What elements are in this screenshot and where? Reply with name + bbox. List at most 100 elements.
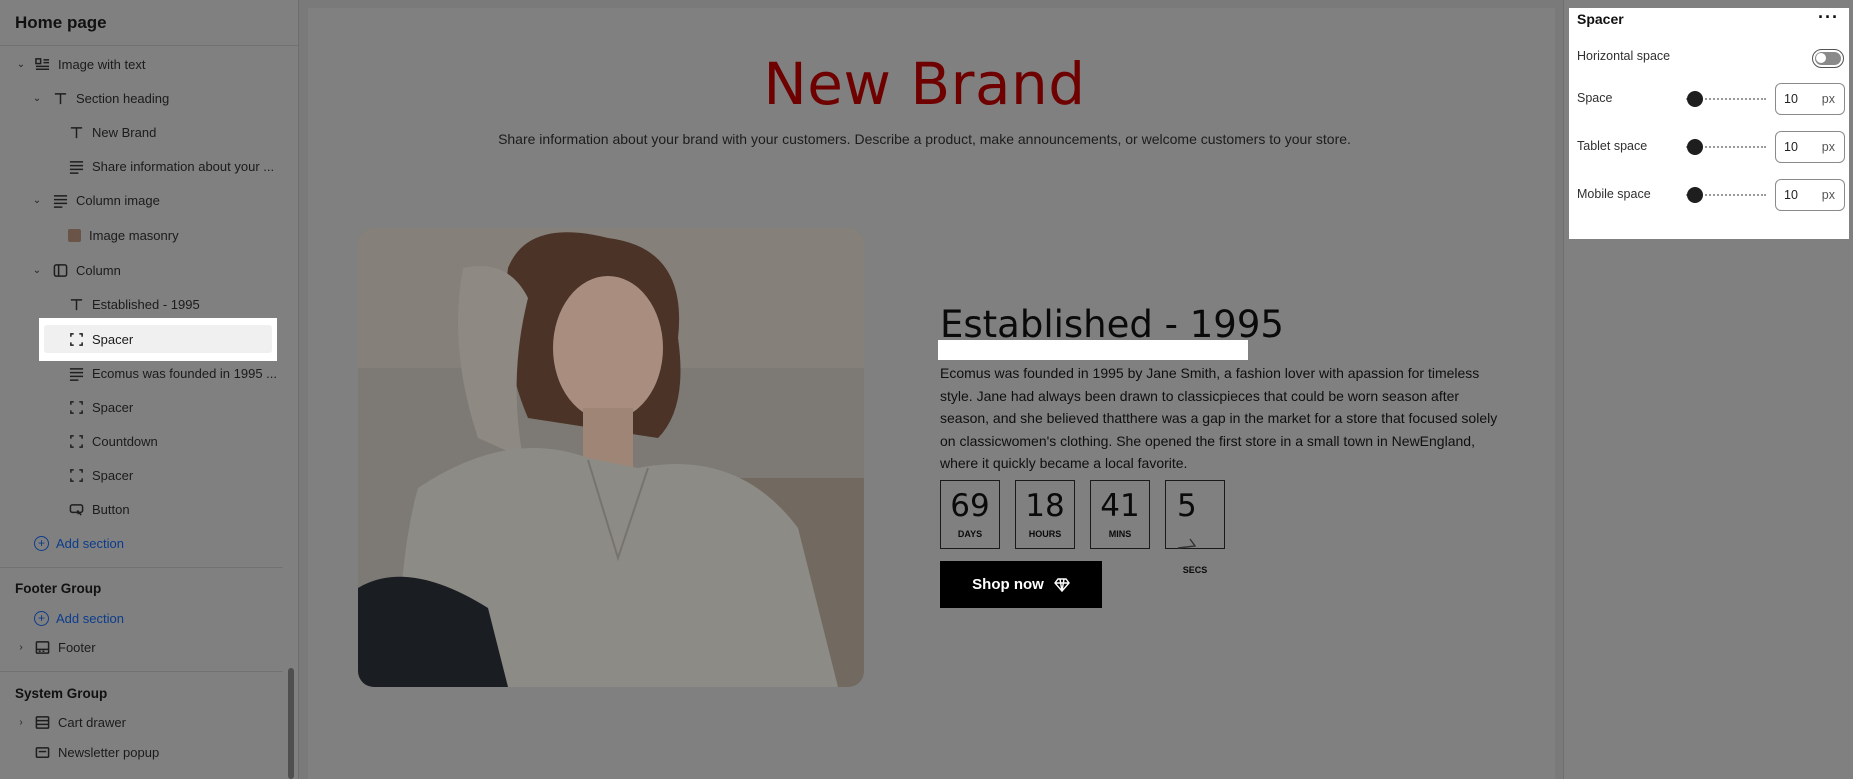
countdown-days: 69 DAYS bbox=[940, 480, 1000, 549]
divider bbox=[0, 671, 283, 672]
tree-item-label: Share information about your ... bbox=[92, 158, 275, 174]
add-section-button[interactable]: + Add section bbox=[34, 529, 124, 557]
mobile-space-label: Mobile space bbox=[1577, 187, 1651, 201]
divider bbox=[0, 567, 283, 568]
chevron-down-icon[interactable]: ⌄ bbox=[30, 265, 44, 276]
footer-group-title: Footer Group bbox=[15, 581, 102, 596]
tree-item-section-heading[interactable]: ⌄ Section heading bbox=[30, 84, 169, 112]
footer-icon bbox=[34, 639, 50, 655]
text-icon bbox=[52, 90, 68, 106]
brand-heading[interactable]: New Brand bbox=[308, 50, 1541, 118]
chevron-down-icon[interactable]: ⌄ bbox=[30, 93, 44, 104]
tree-item-label: Spacer bbox=[92, 331, 134, 347]
column-icon bbox=[52, 262, 68, 278]
tree-item-established[interactable]: Established - 1995 bbox=[68, 290, 200, 318]
countdown-value: 69 bbox=[950, 488, 990, 524]
add-section-label: Add section bbox=[56, 535, 124, 551]
tree-item-new-brand[interactable]: New Brand bbox=[68, 118, 156, 146]
tree-item-ecomus[interactable]: Ecomus was founded in 1995 ... bbox=[68, 359, 277, 387]
countdown-value: 41 bbox=[1100, 488, 1140, 524]
tree-item-countdown[interactable]: Countdown bbox=[68, 427, 158, 455]
page-title: Home page bbox=[15, 12, 107, 32]
add-circle-icon: + bbox=[34, 610, 49, 626]
mobile-space-slider[interactable] bbox=[1686, 187, 1766, 203]
tree-item-label: Button bbox=[92, 501, 130, 517]
spacer-icon bbox=[68, 331, 84, 347]
panel-title: Spacer bbox=[1577, 11, 1624, 27]
tree-item-cart-drawer[interactable]: › Cart drawer bbox=[14, 708, 126, 736]
countdown-secs: 5 SECS bbox=[1165, 480, 1225, 575]
tree-item-spacer[interactable]: Spacer bbox=[68, 393, 133, 421]
tree-item-footer[interactable]: › Footer bbox=[14, 633, 96, 661]
tree-item-label: Column bbox=[76, 262, 121, 278]
tree-item-label: Footer bbox=[58, 639, 96, 655]
tree-item-share-information[interactable]: Share information about your ... bbox=[68, 152, 274, 180]
shop-now-button[interactable]: Shop now bbox=[940, 561, 1102, 608]
tree-item-label: Cart drawer bbox=[58, 714, 126, 730]
shop-now-label: Shop now bbox=[972, 576, 1044, 593]
space-value: 10 bbox=[1784, 92, 1798, 106]
spacer-icon bbox=[68, 467, 84, 483]
button-icon bbox=[68, 501, 84, 517]
cursor-arrow-icon bbox=[1177, 538, 1197, 549]
mobile-space-value: 10 bbox=[1784, 188, 1798, 202]
woman-portrait-image bbox=[358, 228, 864, 687]
tree-item-column-image[interactable]: ⌄ Column image bbox=[30, 186, 160, 214]
tree-item-label: Image with text bbox=[58, 56, 146, 72]
countdown-value-wrap: 5 bbox=[1166, 488, 1224, 560]
chevron-right-icon[interactable]: › bbox=[14, 642, 28, 653]
sidebar-header: Home page bbox=[0, 0, 298, 46]
tree-item-label: New Brand bbox=[92, 124, 157, 140]
tree-item-label: Spacer bbox=[92, 399, 134, 415]
tree-item-label: Newsletter popup bbox=[58, 744, 160, 760]
toggle-knob bbox=[1816, 53, 1826, 63]
countdown-label: DAYS bbox=[957, 529, 983, 539]
tree-item-image-masonry[interactable]: Image masonry bbox=[68, 221, 179, 249]
space-input[interactable]: 10 px bbox=[1775, 83, 1845, 115]
space-slider[interactable] bbox=[1686, 91, 1766, 107]
countdown-label: SECS bbox=[1182, 565, 1208, 575]
tree-item-label: Ecomus was founded in 1995 ... bbox=[92, 365, 278, 381]
tree-item-label: Spacer bbox=[92, 467, 134, 483]
text-icon bbox=[68, 124, 84, 140]
spacer-icon bbox=[68, 433, 84, 449]
chevron-down-icon[interactable]: ⌄ bbox=[30, 195, 44, 206]
image-with-text-icon bbox=[34, 56, 50, 72]
system-group-title: System Group bbox=[15, 686, 108, 701]
text-icon bbox=[68, 296, 84, 312]
slider-thumb[interactable] bbox=[1687, 139, 1703, 155]
tablet-space-label: Tablet space bbox=[1577, 139, 1648, 153]
spacer-highlight[interactable] bbox=[938, 340, 1248, 360]
unit-label: px bbox=[1821, 92, 1835, 106]
tree-item-label: Countdown bbox=[92, 433, 158, 449]
horizontal-space-toggle[interactable] bbox=[1812, 49, 1844, 68]
tree-item-spacer-selected[interactable]: Spacer bbox=[68, 325, 133, 353]
tree-item-newsletter-popup[interactable]: Newsletter popup bbox=[34, 738, 159, 766]
tree-item-column[interactable]: ⌄ Column bbox=[30, 256, 121, 284]
paragraph-icon bbox=[68, 365, 84, 381]
tablet-space-slider[interactable] bbox=[1686, 139, 1766, 155]
tablet-space-input[interactable]: 10 px bbox=[1775, 131, 1845, 163]
layers-sidebar: Home page ⌄ Image with text ⌄ Section he… bbox=[0, 0, 299, 779]
tree-item-label: Established - 1995 bbox=[92, 296, 200, 312]
unit-label: px bbox=[1821, 188, 1835, 202]
tablet-space-value: 10 bbox=[1784, 140, 1798, 154]
image-thumbnail-icon bbox=[68, 228, 81, 242]
tree-item-image-with-text[interactable]: ⌄ Image with text bbox=[14, 50, 146, 78]
countdown-hours: 18 HOURS bbox=[1015, 480, 1075, 549]
tree-item-button[interactable]: Button bbox=[68, 495, 130, 523]
slider-thumb[interactable] bbox=[1687, 187, 1703, 203]
add-section-button[interactable]: + Add section bbox=[34, 604, 124, 632]
more-options-icon[interactable]: ··· bbox=[1818, 7, 1839, 28]
chevron-right-icon[interactable]: › bbox=[14, 717, 28, 728]
countdown-label: HOURS bbox=[1028, 529, 1062, 539]
sidebar-scrollbar[interactable] bbox=[288, 668, 294, 779]
mobile-space-input[interactable]: 10 px bbox=[1775, 179, 1845, 211]
tree-item-spacer[interactable]: Spacer bbox=[68, 461, 133, 489]
about-paragraph[interactable]: Ecomus was founded in 1995 by Jane Smith… bbox=[940, 362, 1500, 475]
preview-canvas: New Brand Share information about your b… bbox=[308, 8, 1555, 779]
chevron-down-icon[interactable]: ⌄ bbox=[14, 59, 28, 70]
brand-subtitle[interactable]: Share information about your brand with … bbox=[308, 131, 1541, 147]
hero-image[interactable] bbox=[358, 228, 864, 687]
slider-thumb[interactable] bbox=[1687, 91, 1703, 107]
